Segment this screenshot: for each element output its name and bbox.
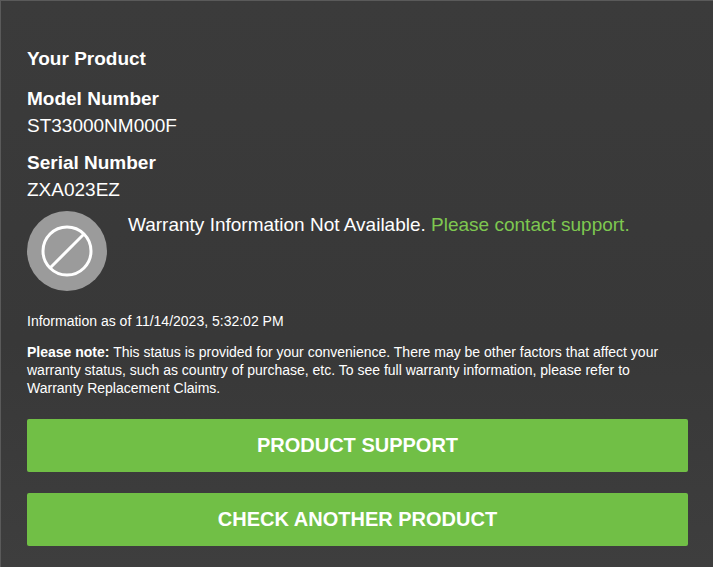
serial-value: ZXA023EZ [27, 178, 688, 202]
unavailable-icon [27, 211, 107, 291]
warranty-result-panel: Your Product Model Number ST33000NM000F … [0, 0, 713, 567]
action-button[interactable]: CHECK ANOTHER PRODUCT [27, 493, 688, 546]
warranty-status: Warranty Information Not Available. Plea… [27, 211, 688, 291]
model-value: ST33000NM000F [27, 114, 688, 138]
timestamp: Information as of 11/14/2023, 5:32:02 PM [27, 312, 688, 330]
model-label: Model Number [27, 87, 688, 111]
note-text: This status is provided for your conveni… [27, 344, 658, 396]
warranty-status-text: Warranty Information Not Available. Plea… [128, 213, 630, 237]
contact-support-link[interactable]: Please contact support. [431, 214, 630, 235]
section-heading: Your Product [27, 47, 688, 71]
status-message: Warranty Information Not Available. [128, 214, 426, 235]
note: Please note: This status is provided for… [27, 343, 688, 397]
action-button[interactable]: PRODUCT SUPPORT [27, 419, 688, 472]
note-label: Please note: [27, 344, 109, 360]
serial-label: Serial Number [27, 151, 688, 175]
button-group: PRODUCT SUPPORT CHECK ANOTHER PRODUCT [27, 419, 688, 546]
